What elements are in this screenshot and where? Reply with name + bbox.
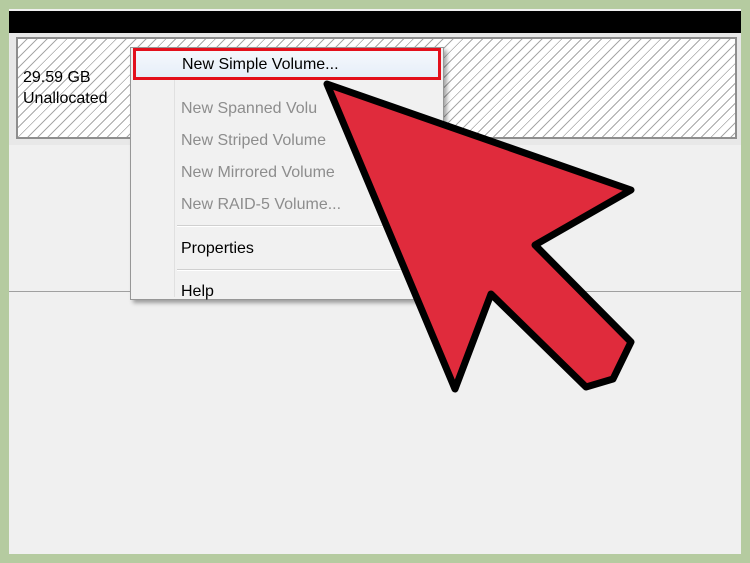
menu-item-label: Properties [181,240,254,257]
menu-item-label: New Simple Volume... [182,56,339,73]
context-menu: New Simple Volume... New Spanned Volu Ne… [130,47,444,300]
menu-item-new-spanned-volume: New Spanned Volu [133,94,441,124]
menu-item-label: New Spanned Volu [181,100,318,117]
menu-item-label: New Striped Volume [181,132,326,149]
menu-separator [177,269,439,271]
menu-item-new-mirrored-volume: New Mirrored Volume [133,158,441,188]
menu-item-label: New RAID-5 Volume... [181,196,342,213]
menu-item-new-raid5-volume: New RAID-5 Volume... [133,190,441,220]
menu-item-label: New Mirrored Volume [181,164,335,181]
menu-separator [177,225,439,227]
menu-item-new-simple-volume[interactable]: New Simple Volume... [133,48,441,80]
title-bar [9,11,741,33]
menu-item-properties[interactable]: Properties [133,234,441,264]
menu-item-help[interactable]: Help [133,277,441,307]
disk-status-label: Unallocated [23,90,108,107]
disk-size-label: 29.59 GB [23,69,91,86]
screenshot-frame: 29.59 GB Unallocated New Simple Volume..… [9,9,741,554]
menu-item-new-striped-volume: New Striped Volume [133,126,441,156]
menu-item-label: Help [181,283,214,300]
